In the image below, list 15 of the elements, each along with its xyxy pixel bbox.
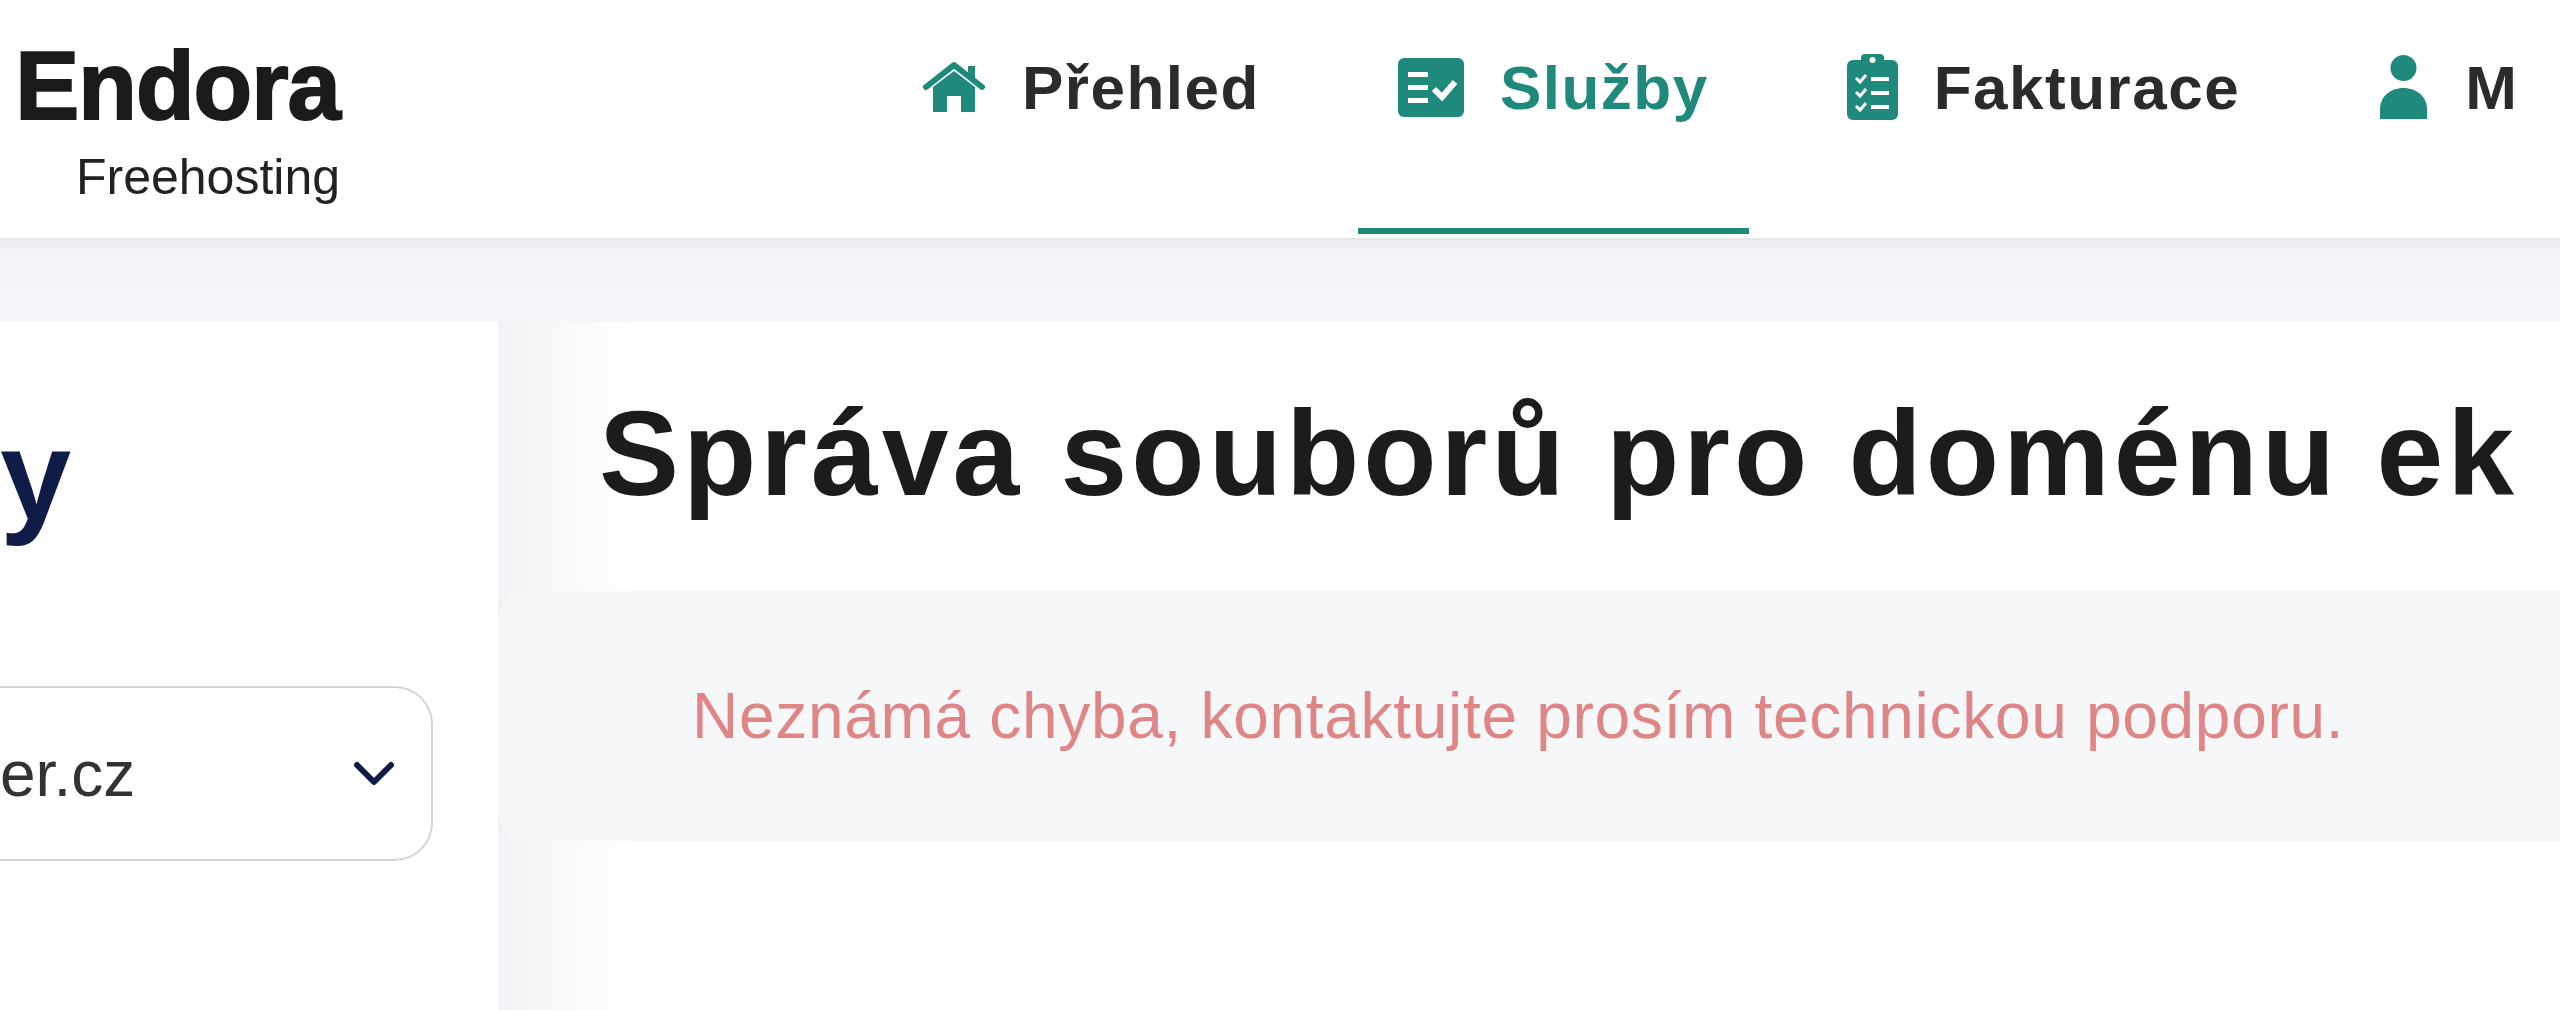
nav-tab[interactable]: Služby — [1357, 0, 1749, 234]
logo-tagline: Freehosting — [75, 149, 340, 205]
nav-tab[interactable]: Fakturace — [1806, 0, 2281, 234]
error-message: Neznámá chyba, kontaktujte prosím technickou podporu. — [692, 679, 2345, 753]
clipboard-icon — [1846, 54, 1898, 120]
nav-tab[interactable]: Přehled — [882, 0, 1300, 234]
logo-wordmark: Endora — [15, 38, 340, 134]
nav-tab[interactable]: M — [2338, 0, 2559, 234]
checklist-icon — [1397, 57, 1464, 117]
chevron-down-icon — [353, 760, 395, 787]
sidebar-title: y — [0, 402, 72, 548]
user-icon — [2378, 55, 2430, 119]
domain-select[interactable]: er.cz — [0, 686, 433, 861]
home-icon — [922, 60, 986, 114]
page-title: Správa souborů pro doménu ek — [599, 385, 2518, 522]
